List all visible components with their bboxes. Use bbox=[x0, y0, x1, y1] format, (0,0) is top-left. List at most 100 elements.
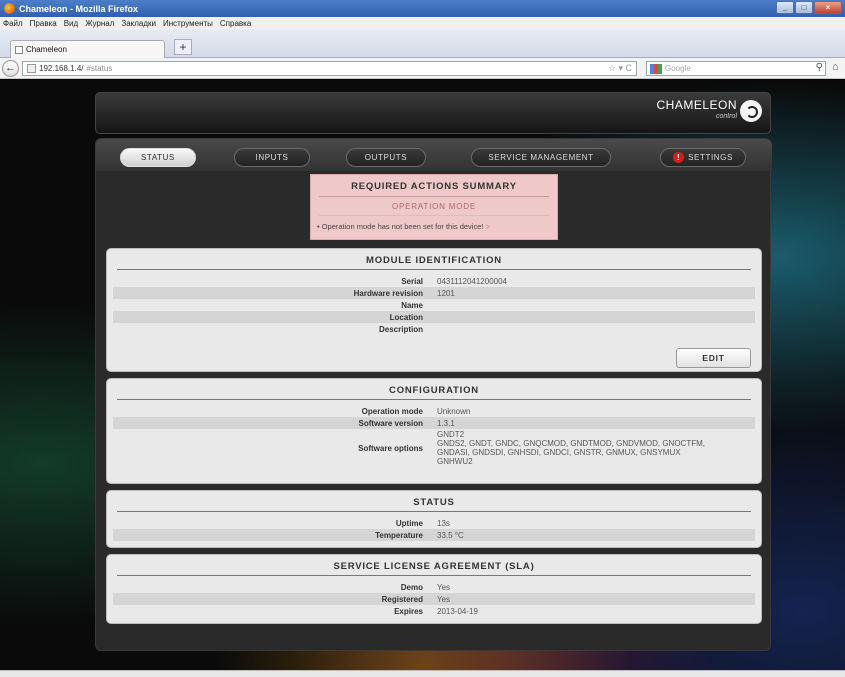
chameleon-logo-icon bbox=[740, 100, 762, 122]
row-value: 13s bbox=[437, 518, 450, 528]
section-title: STATUS bbox=[413, 497, 455, 508]
info-row-serial: Serial 0431112041200004 bbox=[107, 275, 761, 287]
row-value: Unknown bbox=[437, 406, 471, 416]
browser-status-bar bbox=[0, 670, 845, 677]
required-action-item[interactable]: • Operation mode has not been set for th… bbox=[317, 222, 557, 231]
status-section: STATUS Uptime 13s Temperature 33.5 °C bbox=[106, 490, 762, 548]
divider bbox=[319, 196, 549, 197]
row-label: Software version bbox=[358, 418, 423, 428]
firefox-logo-icon bbox=[4, 3, 15, 14]
back-button[interactable]: ← bbox=[2, 60, 19, 77]
required-actions-title: REQUIRED ACTIONS SUMMARY bbox=[351, 181, 517, 192]
url-path: #status bbox=[86, 64, 113, 73]
page-icon bbox=[15, 45, 23, 54]
app-header: CHAMELEON control bbox=[95, 92, 771, 134]
home-icon[interactable]: ⌂ bbox=[832, 61, 839, 73]
maximize-button[interactable]: □ bbox=[795, 1, 813, 14]
row-label: Uptime bbox=[395, 518, 423, 528]
divider bbox=[117, 575, 751, 576]
search-bar[interactable]: Google ⚲ bbox=[646, 61, 826, 76]
software-options-line: GNDS2, GNDT, GNDC, GNQCMOD, GNDTMOD, GND… bbox=[437, 439, 705, 448]
row-label: Description bbox=[378, 324, 423, 334]
new-tab-button[interactable]: + bbox=[174, 39, 192, 55]
info-row-software-version: Software version 1.3.1 bbox=[113, 417, 755, 429]
required-actions-subtitle: OPERATION MODE bbox=[392, 202, 476, 211]
info-row-registered: Registered Yes bbox=[113, 593, 755, 605]
warning-icon: ! bbox=[673, 152, 685, 163]
menu-history[interactable]: Журнал bbox=[85, 19, 114, 28]
divider bbox=[117, 399, 751, 400]
software-options-line: GNDT2 bbox=[437, 430, 465, 439]
tab-status-label: STATUS bbox=[141, 153, 175, 162]
required-actions-summary: REQUIRED ACTIONS SUMMARY OPERATION MODE … bbox=[310, 174, 558, 240]
edit-button[interactable]: EDIT bbox=[676, 348, 751, 368]
tab-status[interactable]: STATUS bbox=[120, 148, 196, 167]
window-title: Chameleon - Mozilla Firefox bbox=[19, 3, 139, 14]
info-row-expires: Expires 2013-04-19 bbox=[107, 605, 761, 617]
browser-tab[interactable]: Chameleon bbox=[10, 40, 165, 58]
url-host: 192.168.1.4/ bbox=[39, 64, 84, 73]
divider bbox=[319, 215, 549, 216]
row-label: Temperature bbox=[375, 530, 423, 540]
menu-edit[interactable]: Правка bbox=[30, 19, 57, 28]
required-action-text: • Operation mode has not been set for th… bbox=[317, 222, 484, 231]
menu-bookmarks[interactable]: Закладки bbox=[121, 19, 156, 28]
nav-tabs: STATUS INPUTS OUTPUTS SERVICE MANAGEMENT… bbox=[96, 139, 772, 171]
info-row-temperature: Temperature 33.5 °C bbox=[113, 529, 755, 541]
tab-service-management[interactable]: SERVICE MANAGEMENT bbox=[471, 148, 611, 167]
main-panel: STATUS INPUTS OUTPUTS SERVICE MANAGEMENT… bbox=[95, 138, 772, 651]
info-row-operation-mode: Operation mode Unknown bbox=[107, 405, 761, 417]
window-titlebar: Chameleon - Mozilla Firefox _ □ × bbox=[0, 0, 845, 17]
close-button[interactable]: × bbox=[814, 1, 842, 14]
section-title: SERVICE LICENSE AGREEMENT (SLA) bbox=[333, 561, 535, 572]
row-label: Operation mode bbox=[361, 406, 423, 416]
info-row-location: Location bbox=[113, 311, 755, 323]
info-row-hardware-revision: Hardware revision 1201 bbox=[113, 287, 755, 299]
search-icon[interactable]: ⚲ bbox=[816, 62, 823, 73]
google-engine-icon[interactable] bbox=[650, 63, 662, 74]
menu-bar: Файл Правка Вид Журнал Закладки Инструме… bbox=[0, 17, 845, 30]
menu-view[interactable]: Вид bbox=[64, 19, 78, 28]
chameleon-logo: CHAMELEON control bbox=[656, 99, 762, 123]
row-value: Yes bbox=[437, 582, 451, 592]
menu-help[interactable]: Справка bbox=[220, 19, 251, 28]
logo-text: CHAMELEON bbox=[656, 98, 737, 112]
row-value: 1.3.1 bbox=[437, 418, 455, 428]
row-value: Yes bbox=[437, 594, 451, 604]
chevron-right-icon: > bbox=[485, 222, 490, 231]
sla-section: SERVICE LICENSE AGREEMENT (SLA) Demo Yes… bbox=[106, 554, 762, 624]
menu-tools[interactable]: Инструменты bbox=[163, 19, 213, 28]
row-label: Demo bbox=[400, 582, 423, 592]
info-row-description: Description bbox=[107, 323, 761, 335]
tab-outputs-label: OUTPUTS bbox=[364, 153, 408, 162]
tab-inputs[interactable]: INPUTS bbox=[234, 148, 310, 167]
row-label: Serial bbox=[401, 276, 423, 286]
browser-tab-bar: Chameleon + bbox=[0, 30, 845, 58]
row-value: 1201 bbox=[437, 288, 455, 298]
software-options-line: GNDASI, GNDSDI, GNHSDI, GNDCI, GNSTR, GN… bbox=[437, 448, 681, 457]
section-title: MODULE IDENTIFICATION bbox=[366, 255, 502, 266]
tab-outputs[interactable]: OUTPUTS bbox=[346, 148, 426, 167]
navigation-bar: ← 192.168.1.4/#status ☆ ▾ C Google ⚲ ⌂ bbox=[0, 58, 845, 79]
row-label: Software options bbox=[358, 443, 423, 453]
menu-file[interactable]: Файл bbox=[3, 19, 23, 28]
tab-settings[interactable]: ! SETTINGS bbox=[660, 148, 746, 167]
software-options-value: GNDT2 GNDS2, GNDT, GNDC, GNQCMOD, GNDTMO… bbox=[437, 430, 705, 466]
module-identification-section: MODULE IDENTIFICATION Serial 04311120412… bbox=[106, 248, 762, 372]
section-title: CONFIGURATION bbox=[389, 385, 479, 396]
url-bookmark-reload-icons[interactable]: ☆ ▾ C bbox=[608, 63, 632, 74]
tab-service-management-label: SERVICE MANAGEMENT bbox=[488, 153, 594, 162]
info-row-demo: Demo Yes bbox=[107, 581, 761, 593]
info-row-name: Name bbox=[107, 299, 761, 311]
row-value: 2013-04-19 bbox=[437, 606, 478, 616]
configuration-section: CONFIGURATION Operation mode Unknown Sof… bbox=[106, 378, 762, 484]
search-placeholder: Google bbox=[665, 64, 691, 73]
window-controls: _ □ × bbox=[776, 1, 842, 14]
minimize-button[interactable]: _ bbox=[776, 1, 794, 14]
tab-inputs-label: INPUTS bbox=[255, 153, 289, 162]
logo-subtext: control bbox=[715, 113, 737, 120]
browser-tab-title: Chameleon bbox=[26, 45, 67, 54]
site-identity-icon bbox=[27, 64, 36, 73]
row-value: 0431112041200004 bbox=[437, 276, 507, 286]
url-bar[interactable]: 192.168.1.4/#status ☆ ▾ C bbox=[22, 61, 637, 76]
